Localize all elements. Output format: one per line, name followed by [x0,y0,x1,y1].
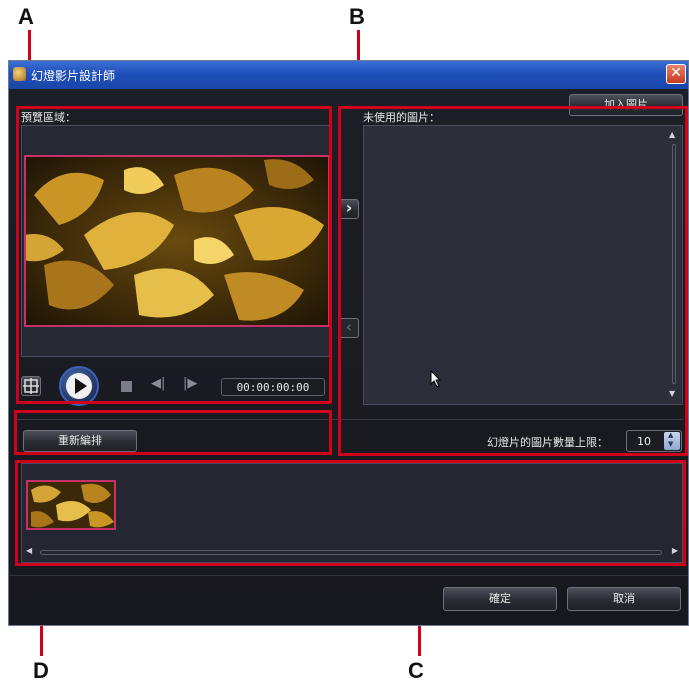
ok-button[interactable]: 確定 [443,587,557,611]
footer-divider [9,575,688,576]
region-b-highlight [338,106,688,456]
region-d-highlight [14,410,332,455]
close-icon[interactable]: ✕ [666,64,686,84]
callout-c: C [408,658,424,683]
callout-a: A [18,4,34,29]
title-bar: 幻燈影片設計師 ✕ [9,61,688,89]
region-a-highlight [16,106,332,404]
cancel-button[interactable]: 取消 [567,587,681,611]
window-title: 幻燈影片設計師 [31,69,116,83]
callout-d: D [33,658,49,683]
region-c-highlight [15,460,686,566]
callout-b: B [349,4,365,29]
app-icon [13,67,26,81]
